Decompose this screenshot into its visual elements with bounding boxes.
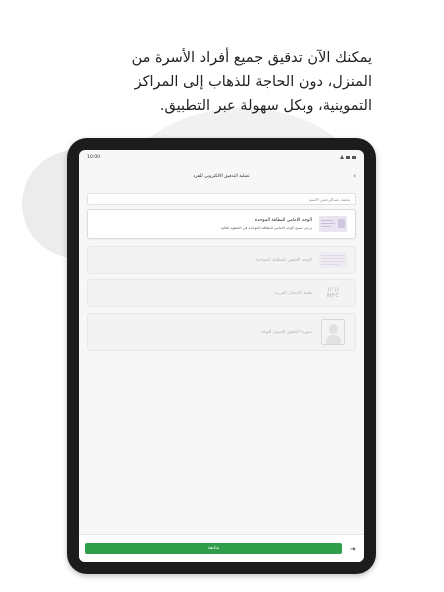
signal-icon [340, 155, 344, 159]
tablet-frame: 10:00 عملية التدقيق الالكتروني للفرد ‹ م… [67, 138, 376, 574]
headline-line-2: المنزل، دون الحاجة للذهاب إلى المراكز [134, 74, 372, 90]
exit-icon[interactable]: ⇥ [347, 543, 358, 554]
method-title: تقنية الاتصال القريب [273, 290, 312, 296]
headline-line-1: يمكنك الآن تدقيق جميع أفراد الأسرة من [131, 50, 372, 66]
method-text: صورة التحقق الحيوي للوجه [261, 330, 312, 335]
promo-headline: يمكنك الآن تدقيق جميع أفراد الأسرة من ال… [60, 46, 372, 118]
status-bar: 10:00 [79, 150, 364, 164]
back-button[interactable]: ‹ [353, 171, 356, 181]
method-nfc[interactable]: ((·)) NFC تقنية الاتصال القريب [87, 279, 356, 307]
nav-bar: عملية التدقيق الالكتروني للفرد ‹ [79, 168, 364, 184]
method-text: تقنية الاتصال القريب [274, 291, 312, 296]
method-description: يرجى مسح الوجه الامامي للبطاقة الموحدة ف… [220, 226, 312, 230]
method-title: صورة التحقق الحيوي للوجه [261, 329, 312, 335]
member-name-field[interactable]: محمد عبدالرحمن الاسم [87, 193, 356, 205]
headline-line-3: التموينية، وبكل سهولة عبر التطبيق. [159, 98, 372, 114]
face-scan-icon [318, 318, 348, 346]
status-icons [340, 155, 356, 159]
page-title: عملية التدقيق الالكتروني للفرد [193, 173, 250, 179]
chevron-right-icon: ‹ [353, 172, 356, 180]
id-card-front-icon [318, 216, 348, 232]
method-id-front[interactable]: الوجه الامامي للبطاقة الموحدة يرجى مسح ا… [87, 209, 356, 239]
wifi-icon [346, 155, 350, 159]
method-title: الوجه الخلفي للبطاقة الموحدة [255, 257, 312, 263]
id-card-back-icon [318, 252, 348, 268]
app-screen: 10:00 عملية التدقيق الالكتروني للفرد ‹ م… [79, 150, 364, 562]
method-text: الوجه الامامي للبطاقة الموحدة يرجى مسح ا… [221, 218, 312, 230]
status-time: 10:00 [87, 154, 100, 160]
continue-button[interactable]: متابعة [85, 543, 342, 554]
battery-icon [352, 155, 356, 159]
method-face-verification[interactable]: صورة التحقق الحيوي للوجه [87, 313, 356, 351]
method-text: الوجه الخلفي للبطاقة الموحدة [256, 258, 312, 263]
nfc-icon-label: NFC [326, 292, 340, 299]
method-id-back[interactable]: الوجه الخلفي للبطاقة الموحدة [87, 246, 356, 274]
footer-bar: متابعة ⇥ [79, 534, 364, 562]
nfc-icon: ((·)) NFC [318, 285, 348, 301]
method-title: الوجه الامامي للبطاقة الموحدة [254, 218, 312, 223]
